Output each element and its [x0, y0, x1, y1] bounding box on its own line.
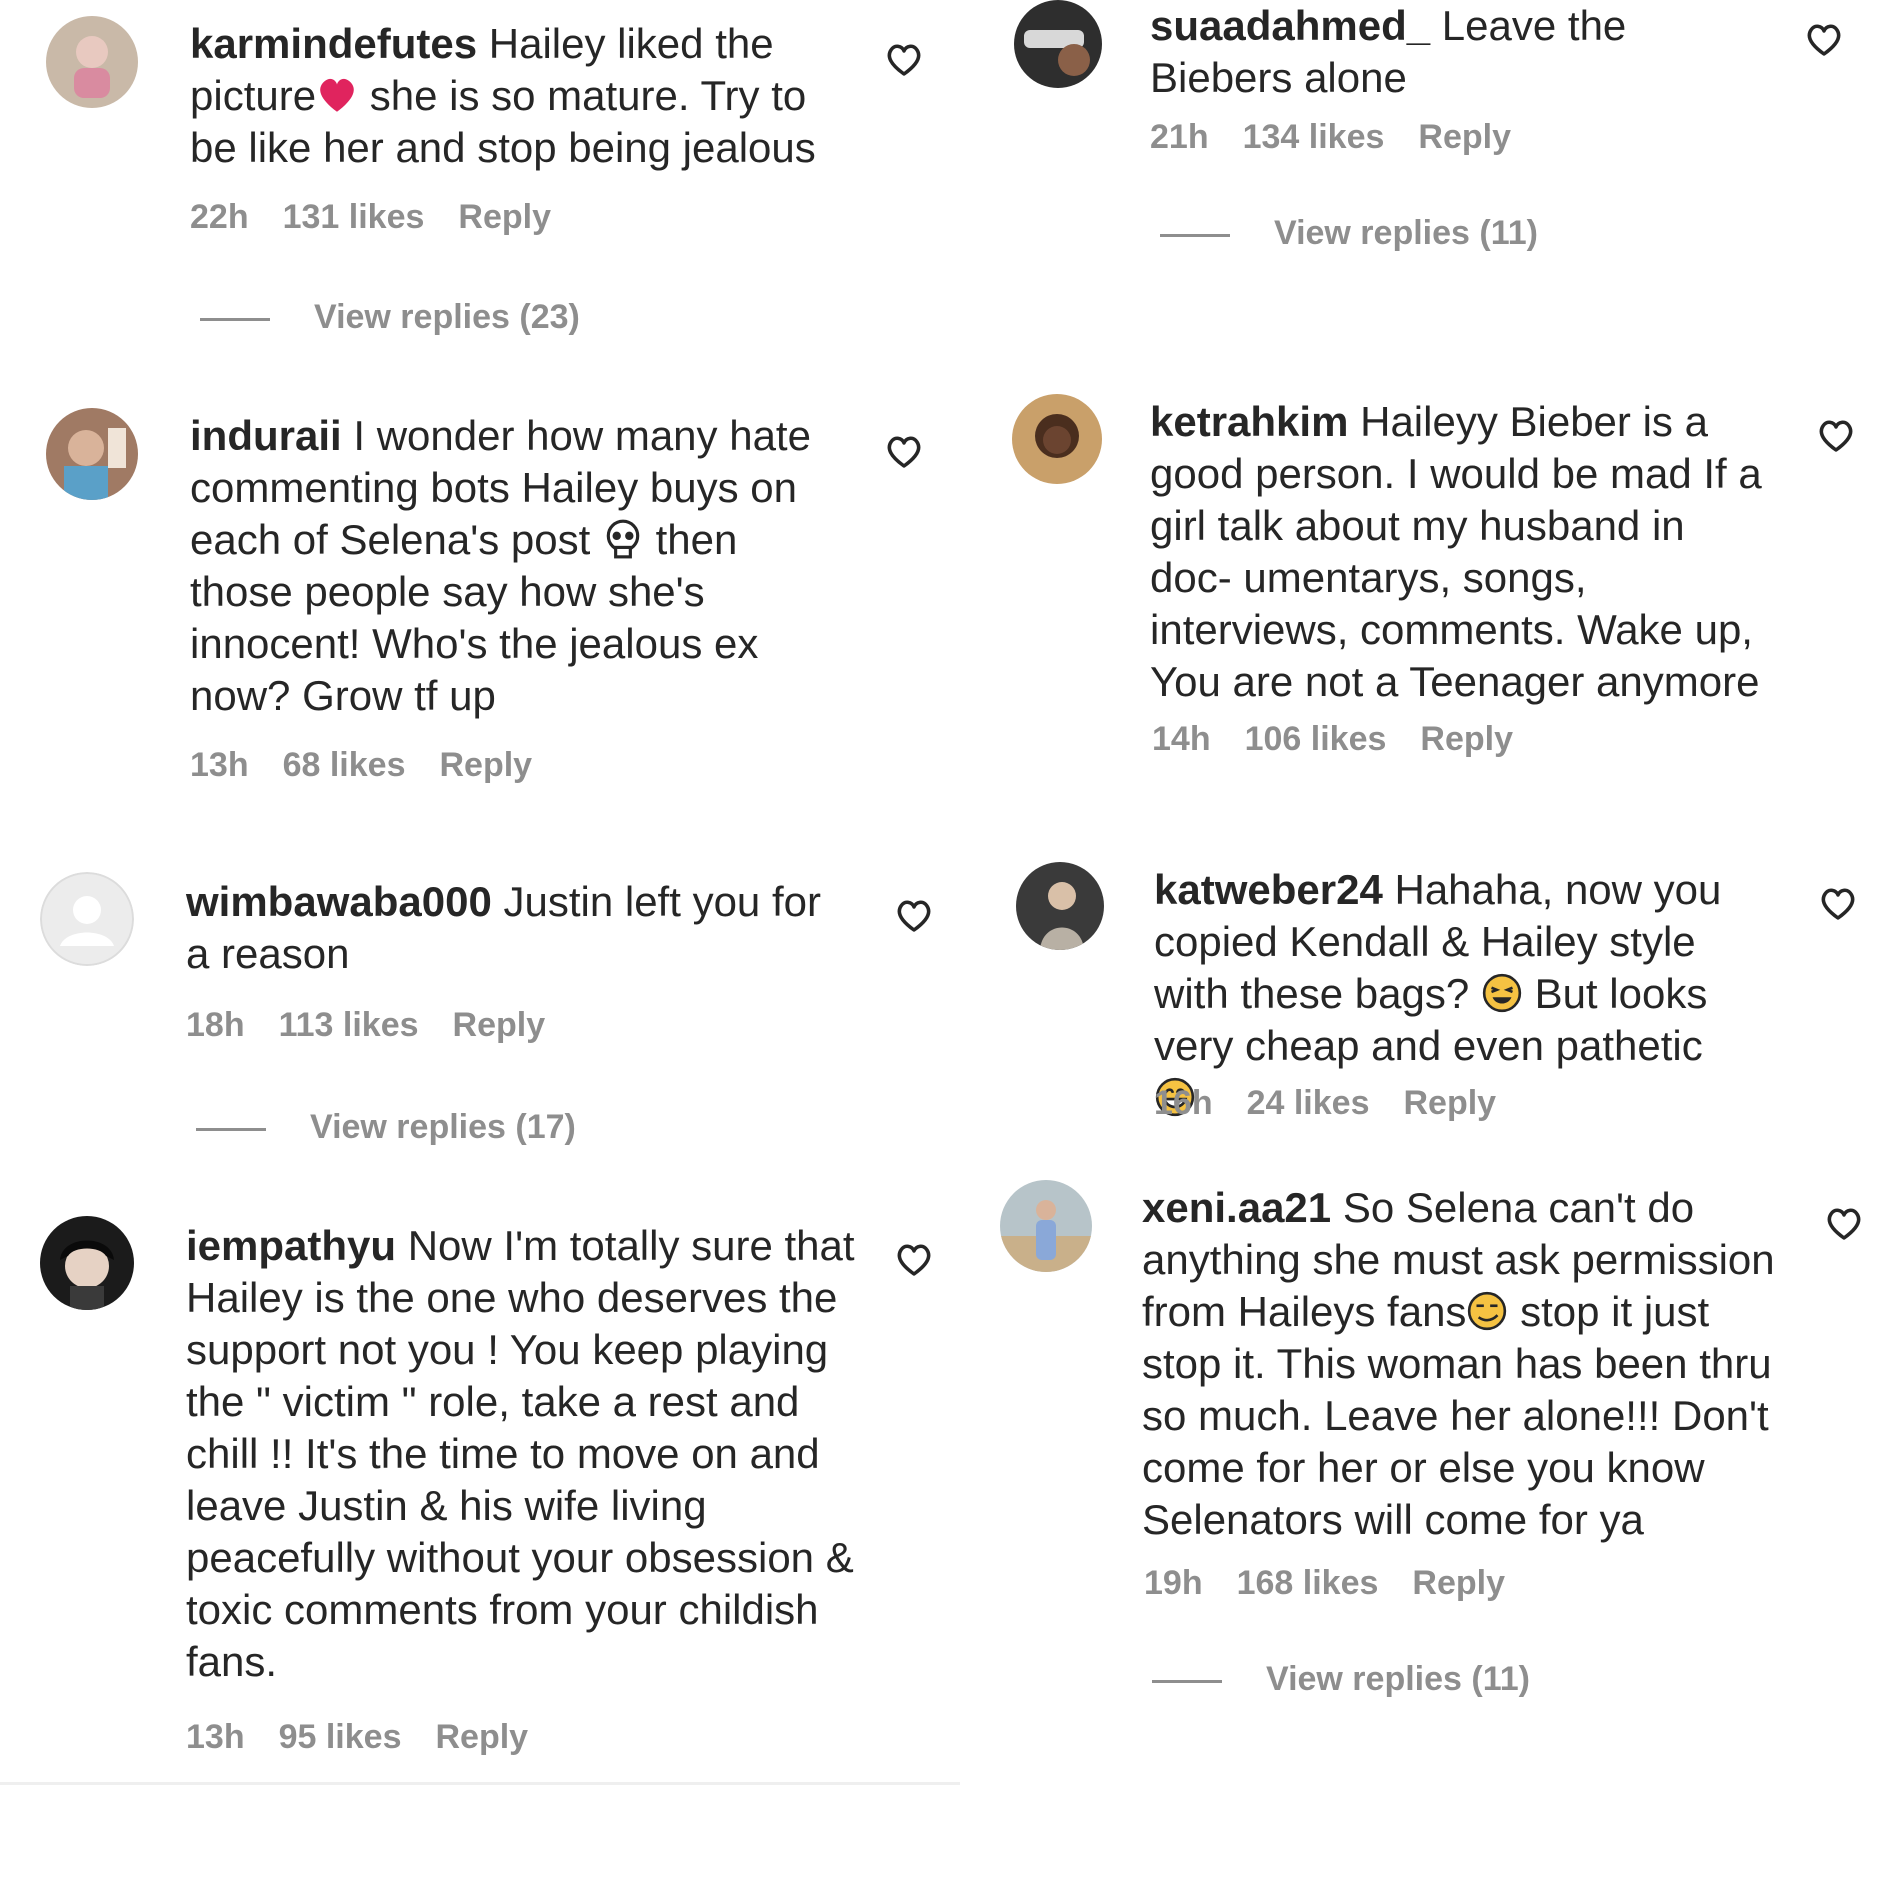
comment-text: wimbawaba000 Justin left you for a reaso…	[186, 878, 821, 977]
likes-count[interactable]: 106 likes	[1245, 720, 1387, 758]
reply-button[interactable]: Reply	[453, 1006, 546, 1044]
divider-line	[1160, 233, 1230, 237]
view-replies-button[interactable]: View replies (23)	[200, 298, 580, 337]
comment-meta: 18h 113 likes Reply	[186, 1006, 579, 1045]
view-replies-button[interactable]: View replies (17)	[196, 1108, 576, 1147]
reply-button[interactable]: Reply	[439, 746, 532, 784]
timestamp: 14h	[1152, 720, 1211, 758]
likes-count[interactable]: 168 likes	[1237, 1564, 1379, 1602]
username[interactable]: induraii	[190, 412, 342, 459]
laughing-emoji	[1481, 972, 1523, 1014]
comment-text: suaadahmed_ Leave the Biebers alone	[1150, 2, 1627, 101]
comment-text: iempathyu Now I'm totally sure that Hail…	[186, 1222, 855, 1685]
view-replies-button[interactable]: View replies (11)	[1160, 214, 1538, 253]
reply-button[interactable]: Reply	[1412, 1564, 1505, 1602]
comment-meta: 13h 95 likes Reply	[186, 1718, 562, 1757]
timestamp: 18h	[186, 1006, 245, 1044]
like-heart-icon[interactable]	[1824, 1204, 1864, 1244]
like-heart-icon[interactable]	[1818, 884, 1858, 924]
likes-count[interactable]: 134 likes	[1243, 118, 1385, 156]
view-replies-button[interactable]: View replies (11)	[1152, 1660, 1530, 1699]
skull-emoji	[602, 518, 644, 560]
divider-line	[196, 1127, 266, 1131]
likes-count[interactable]: 131 likes	[283, 198, 425, 236]
comment-meta: 22h 131 likes Reply	[190, 198, 585, 237]
divider-line	[200, 317, 270, 321]
like-heart-icon[interactable]	[1816, 416, 1856, 456]
avatar[interactable]	[1014, 0, 1102, 88]
reply-button[interactable]: Reply	[435, 1718, 528, 1756]
like-heart-icon[interactable]	[884, 40, 924, 80]
timestamp: 13h	[190, 746, 249, 784]
divider	[0, 1782, 960, 1785]
avatar[interactable]	[40, 872, 134, 966]
comment-meta: 13h 68 likes Reply	[190, 746, 566, 785]
avatar[interactable]	[1016, 862, 1104, 950]
avatar[interactable]	[1012, 394, 1102, 484]
username[interactable]: suaadahmed_	[1150, 2, 1430, 49]
like-heart-icon[interactable]	[894, 896, 934, 936]
reply-button[interactable]: Reply	[1420, 720, 1513, 758]
comment-meta: 21h 134 likes Reply	[1150, 118, 1545, 157]
username[interactable]: karmindefutes	[190, 20, 477, 67]
comment-text: xeni.aa21 So Selena can't do anything sh…	[1142, 1184, 1775, 1543]
likes-count[interactable]: 24 likes	[1247, 1084, 1370, 1122]
comment-text: karmindefutes Hailey liked the picture s…	[190, 20, 816, 171]
username[interactable]: katweber24	[1154, 866, 1383, 913]
likes-count[interactable]: 95 likes	[279, 1718, 402, 1756]
reply-button[interactable]: Reply	[458, 198, 551, 236]
like-heart-icon[interactable]	[884, 432, 924, 472]
username[interactable]: iempathyu	[186, 1222, 396, 1269]
avatar[interactable]	[46, 408, 138, 500]
avatar[interactable]	[46, 16, 138, 108]
comment-meta: 19h 168 likes Reply	[1144, 1564, 1539, 1603]
username[interactable]: ketrahkim	[1150, 398, 1348, 445]
timestamp: 21h	[1150, 118, 1209, 156]
timestamp: 22h	[190, 198, 249, 236]
divider-line	[1152, 1679, 1222, 1683]
username[interactable]: wimbawaba000	[186, 878, 492, 925]
like-heart-icon[interactable]	[894, 1240, 934, 1280]
reply-button[interactable]: Reply	[1403, 1084, 1496, 1122]
likes-count[interactable]: 68 likes	[283, 746, 406, 784]
comment-meta: 16h 24 likes Reply	[1154, 1084, 1530, 1123]
reply-button[interactable]: Reply	[1418, 118, 1511, 156]
likes-count[interactable]: 113 likes	[279, 1006, 419, 1044]
avatar[interactable]	[1000, 1180, 1092, 1272]
avatar[interactable]	[40, 1216, 134, 1310]
comment-text: ketrahkim Haileyy Bieber is a good perso…	[1150, 398, 1762, 705]
username[interactable]: xeni.aa21	[1142, 1184, 1331, 1231]
smirk-emoji	[1466, 1290, 1508, 1332]
like-heart-icon[interactable]	[1804, 20, 1844, 60]
timestamp: 16h	[1154, 1084, 1213, 1122]
comment-meta: 14h 106 likes Reply	[1152, 720, 1547, 759]
timestamp: 19h	[1144, 1564, 1203, 1602]
comment-text: induraii I wonder how many hate commenti…	[190, 412, 811, 719]
timestamp: 13h	[186, 1718, 245, 1756]
red-heart-emoji	[316, 74, 358, 116]
